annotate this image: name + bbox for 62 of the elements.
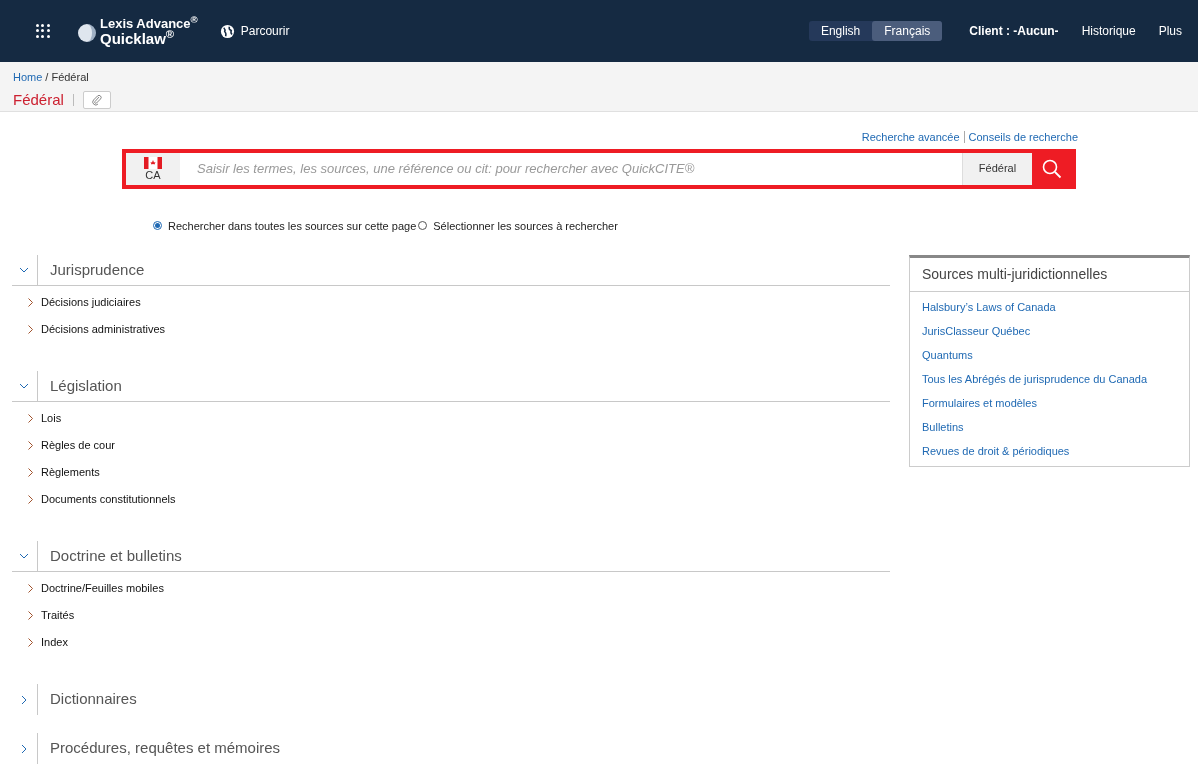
search-icon [1042, 158, 1062, 179]
source-category-link[interactable]: Doctrine/Feuilles mobiles [12, 575, 890, 602]
nav-link[interactable]: Plus [1158, 22, 1182, 40]
source-link[interactable]: Formulaires et modèles [910, 391, 1189, 415]
breadcrumb-separator: / [45, 70, 49, 85]
source-link[interactable]: Halsbury’s Laws of Canada [910, 295, 1189, 319]
browse-button[interactable]: Parcourir [219, 22, 290, 40]
chevron-right-icon [21, 694, 27, 705]
page-title: Fédéral [13, 89, 64, 110]
client-label[interactable]: Client : -Aucun- [969, 22, 1059, 40]
section-header[interactable]: Procédures, requêtes et mémoires [12, 733, 890, 764]
source-link[interactable]: Bulletins [910, 415, 1189, 439]
chevron-right-icon [28, 584, 33, 593]
breadcrumb-link[interactable]: Home [13, 69, 43, 86]
country-code: CA [145, 168, 161, 181]
breadcrumb-current: Fédéral [51, 70, 89, 85]
search-field[interactable]: Saisir les termes, les sources, une référence ou cit: pour rechercher avec QuickCITE® [180, 152, 962, 185]
chevron-right-icon [28, 414, 33, 423]
logo-text: Lexis Advance$^{®}$ [100, 16, 198, 31]
chevron-right-icon [28, 638, 33, 647]
logo-text: Quicklaw$^{®}$ [100, 31, 176, 46]
section-header[interactable]: Doctrine et bulletins [12, 541, 890, 572]
country-selector[interactable]: CA [126, 152, 180, 185]
source-category-link[interactable]: Règles de cour [12, 432, 890, 459]
radio-label[interactable]: Rechercher dans toutes les sources sur cette page [168, 217, 417, 234]
section-header[interactable]: Législation [12, 371, 890, 402]
panel-title: Sources multi-juridictionnelles [910, 258, 1189, 292]
paperclip-icon [90, 93, 103, 106]
source-category-link[interactable]: Index [12, 629, 890, 656]
section-header[interactable]: Dictionnaires [12, 684, 890, 715]
source-category-link[interactable]: Règlements [12, 459, 890, 486]
source-category-link[interactable]: Traités [12, 602, 890, 629]
search-help-link[interactable]: Recherche avancée [861, 129, 960, 146]
chevron-right-icon [28, 495, 33, 504]
chevron-right-icon [28, 298, 33, 307]
source-category-link[interactable]: Lois [12, 405, 890, 432]
apps-grid-icon[interactable] [36, 24, 50, 38]
flag-icon [144, 156, 162, 169]
section-header[interactable]: Jurisprudence [12, 255, 890, 286]
scope-selector[interactable]: Fédéral [962, 152, 1032, 185]
source-category-link[interactable]: Décisions administratives [12, 316, 890, 343]
source-category-link[interactable]: Décisions judiciaires [12, 289, 890, 316]
chevron-down-icon [19, 383, 29, 389]
source-link[interactable]: Tous les Abrégés de jurisprudence du Canada [910, 367, 1189, 391]
chevron-right-icon [28, 611, 33, 620]
chevron-right-icon [28, 468, 33, 477]
attach-button[interactable] [82, 90, 111, 109]
source-category-link[interactable]: Documents constitutionnels [12, 486, 890, 513]
source-link[interactable]: Quantums [910, 343, 1189, 367]
language-tab[interactable]: English [808, 21, 873, 41]
radio-label[interactable]: Sélectionner les sources à rechercher [433, 217, 618, 234]
nav-link[interactable]: Historique [1081, 22, 1136, 40]
language-tab[interactable]: Français [872, 21, 943, 41]
chevron-down-icon [19, 553, 29, 559]
chevron-right-icon [28, 325, 33, 334]
globe-icon [219, 23, 235, 39]
chevron-down-icon [19, 267, 29, 273]
source-link[interactable]: Revues de droit & périodiques [910, 439, 1189, 463]
search-help-link[interactable]: Conseils de recherche [968, 129, 1078, 146]
source-link[interactable]: JurisClasseur Québec [910, 319, 1189, 343]
chevron-right-icon [28, 441, 33, 450]
chevron-right-icon [21, 743, 27, 754]
